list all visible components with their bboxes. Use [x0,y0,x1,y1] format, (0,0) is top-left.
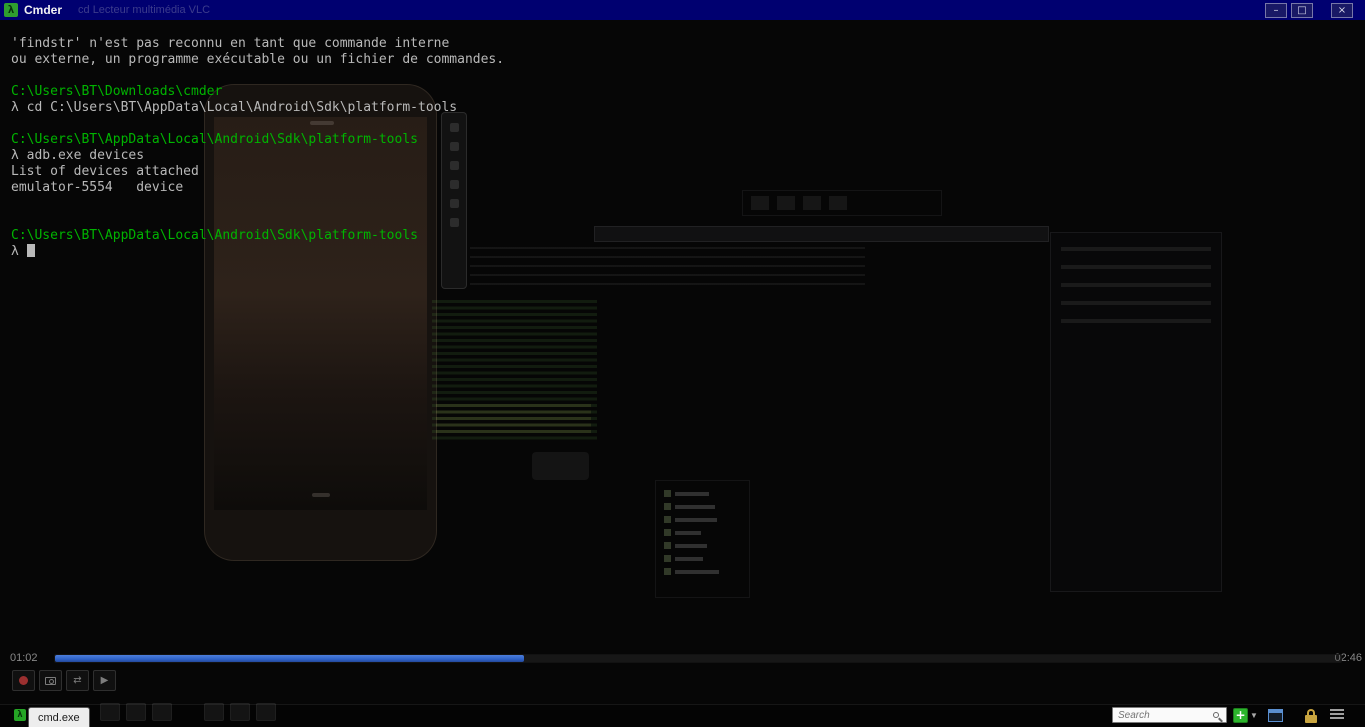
cmder-app-icon: λ [4,3,18,17]
frame-step-icon: ▶ [100,674,109,686]
terminal-line: λ cd C:\Users\BT\AppData\Local\Android\S… [11,100,458,115]
vlc-progress-fill [55,655,525,662]
ghost-explorer-nav-list [655,480,750,598]
new-console-dropdown-icon[interactable]: ▼ [1250,711,1258,720]
terminal-line: λ [11,244,504,260]
ghost-background-console-titlebar [594,226,1049,242]
terminal-line: λ adb.exe devices [11,148,145,163]
ghost-dialog-button [532,452,589,480]
vlc-elapsed-time: 01:02 [10,652,38,664]
new-console-button[interactable]: + [1233,708,1248,723]
window-controls: – □ × [1265,3,1353,18]
record-icon [19,676,28,685]
ghost-vlc-view-buttons [204,703,276,721]
terminal-line: C:\Users\BT\Downloads\cmder [11,84,223,99]
terminal-cursor [26,244,35,257]
terminal-output[interactable]: 'findstr' n'est pas reconnu en tant que … [11,36,504,260]
close-button[interactable]: × [1331,3,1353,18]
ghost-phone-home-indicator [312,493,330,497]
frame-step-button[interactable]: ▶ [93,670,116,691]
window-mode-icon[interactable] [1268,709,1283,722]
lock-icon[interactable] [1305,709,1317,723]
conemu-app-icon: λ [14,709,26,721]
terminal-line: 'findstr' n'est pas reconnu en tant que … [11,36,450,51]
vlc-seek-bar[interactable] [54,654,1342,663]
ghost-explorer-window [1050,232,1222,592]
search-input[interactable] [1112,707,1227,723]
ghost-vlc-playback-buttons [100,703,172,721]
terminal-line: C:\Users\BT\AppData\Local\Android\Sdk\pl… [11,228,418,243]
record-button[interactable] [12,670,35,691]
console-tab-cmd[interactable]: cmd.exe [28,707,90,727]
menu-icon[interactable] [1330,709,1344,721]
loop-icon: ⇄ [73,674,82,686]
search-icon[interactable] [1213,712,1219,718]
vlc-advanced-controls: ⇄ ▶ [12,670,116,691]
titlebar: λ Cmder cd Lecteur multimédia VLC – □ × [0,0,1365,20]
terminal-line: List of devices attached [11,164,199,179]
background-window-titles: cd Lecteur multimédia VLC [78,4,211,16]
ghost-background-toolbar [742,190,942,216]
terminal-line: emulator-5554 device [11,180,184,195]
ghost-background-console-text [470,247,865,289]
snapshot-button[interactable] [39,670,62,691]
terminal-line: ou externe, un programme exécutable ou u… [11,52,505,67]
console-tab-label: cmd.exe [38,711,80,724]
window-title: Cmder [24,3,63,17]
ghost-logcat-output-yellow [436,404,591,436]
terminal-line: C:\Users\BT\AppData\Local\Android\Sdk\pl… [11,132,418,147]
minimize-button[interactable]: – [1265,3,1287,18]
camera-icon [45,676,56,685]
loop-ab-button[interactable]: ⇄ [66,670,89,691]
maximize-button[interactable]: □ [1291,3,1313,18]
